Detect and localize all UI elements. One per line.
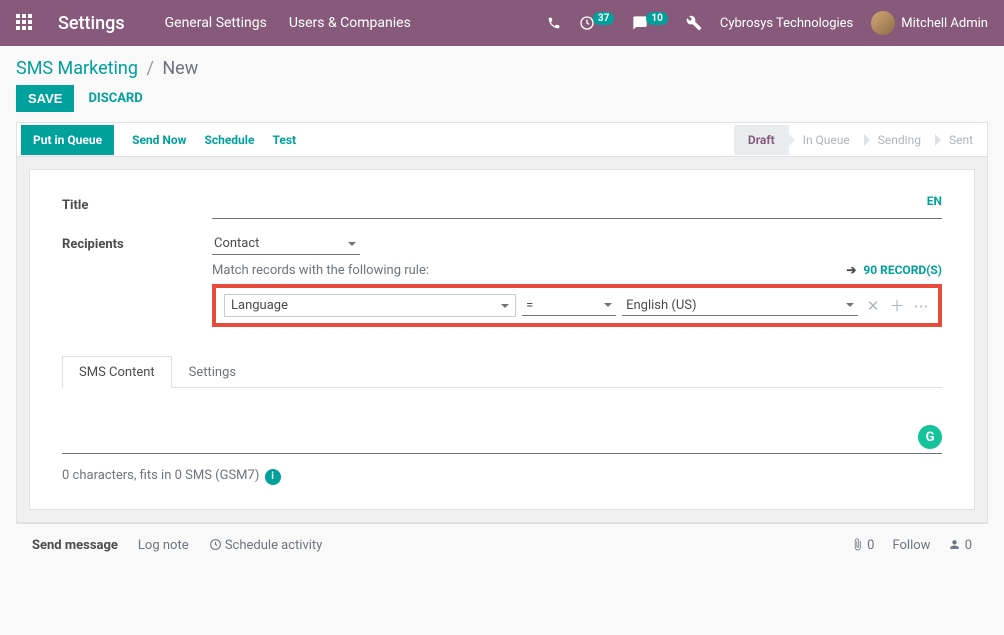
rule-operator-select[interactable]: = [522, 296, 616, 316]
arrow-right-icon: ➔ [846, 263, 856, 277]
test-button[interactable]: Test [272, 133, 296, 147]
schedule-button[interactable]: Schedule [204, 133, 254, 147]
rule-field-select[interactable]: Language [224, 294, 516, 317]
apps-icon[interactable] [16, 14, 34, 32]
breadcrumb-current: New [162, 58, 198, 79]
caret-down-icon [501, 304, 509, 308]
actions-row: Save Discard [0, 85, 1004, 122]
match-records-label: Match records with the following rule: ➔… [212, 263, 942, 278]
more-rule-icon[interactable]: ⋯ [912, 297, 930, 315]
header-right: 37 10 Cybrosys Technologies Mitchell Adm… [547, 11, 988, 35]
breadcrumb: SMS Marketing / New [16, 58, 988, 79]
status-sending[interactable]: Sending [864, 125, 935, 155]
caret-down-icon [846, 303, 854, 307]
delete-rule-icon[interactable]: ✕ [864, 297, 882, 315]
breadcrumb-bar: SMS Marketing / New [0, 46, 1004, 85]
tab-settings[interactable]: Settings [172, 356, 253, 388]
nav-general-settings[interactable]: General Settings [165, 15, 267, 31]
filter-rule-highlight: Language = English (US) ✕ ＋ ⋯ [212, 284, 942, 327]
status-sent[interactable]: Sent [935, 125, 987, 155]
company-name[interactable]: Cybrosys Technologies [720, 16, 853, 31]
recipients-value: Contact [214, 236, 259, 251]
recipients-label: Recipients [62, 233, 212, 252]
schedule-activity-link[interactable]: Schedule activity [209, 538, 323, 553]
send-now-button[interactable]: Send Now [132, 133, 186, 147]
form-sheet: EN Title Recipients Contact Match record… [29, 169, 975, 510]
caret-down-icon [348, 242, 356, 246]
save-button[interactable]: Save [16, 85, 74, 112]
avatar [871, 11, 895, 35]
recipients-select[interactable]: Contact [212, 233, 360, 255]
status-in-queue[interactable]: In Queue [789, 125, 864, 155]
breadcrumb-root[interactable]: SMS Marketing [16, 58, 138, 79]
activities-icon[interactable]: 37 [579, 15, 614, 31]
messages-badge: 10 [646, 12, 667, 25]
char-count: 0 characters, fits in 0 SMS (GSM7) i [62, 468, 942, 485]
follow-button[interactable]: Follow [892, 538, 930, 553]
debug-icon[interactable] [686, 15, 702, 31]
title-input[interactable] [212, 194, 942, 219]
messages-icon[interactable]: 10 [632, 15, 667, 31]
statusbar: Put in Queue Send Now Schedule Test Draf… [16, 122, 988, 156]
title-label: Title [62, 194, 212, 213]
chatter: Send message Log note Schedule activity … [16, 523, 988, 567]
log-note-link[interactable]: Log note [138, 538, 189, 553]
top-header: Settings General Settings Users & Compan… [0, 0, 1004, 46]
nav-users-companies[interactable]: Users & Companies [289, 15, 411, 31]
form-wrap: EN Title Recipients Contact Match record… [16, 156, 988, 523]
language-toggle[interactable]: EN [927, 194, 942, 208]
attachments-count[interactable]: 0 [851, 538, 875, 553]
breadcrumb-sep: / [146, 58, 153, 79]
tab-sms-content[interactable]: SMS Content [62, 356, 172, 388]
sms-content-input[interactable]: G [62, 400, 942, 454]
send-message-link[interactable]: Send message [32, 538, 118, 553]
add-rule-icon[interactable]: ＋ [888, 295, 906, 316]
records-link[interactable]: ➔ 90 RECORD(S) [846, 263, 942, 277]
followers-count[interactable]: 0 [948, 538, 972, 553]
put-in-queue-button[interactable]: Put in Queue [21, 125, 114, 155]
status-draft[interactable]: Draft [734, 125, 789, 155]
app-title: Settings [58, 13, 125, 34]
caret-down-icon [604, 303, 612, 307]
phone-icon[interactable] [547, 16, 561, 30]
tabs: SMS Content Settings [62, 355, 942, 388]
discard-button[interactable]: Discard [88, 91, 142, 106]
activities-badge: 37 [593, 12, 614, 25]
rule-value-select[interactable]: English (US) [622, 296, 858, 316]
info-icon[interactable]: i [265, 469, 281, 485]
user-menu[interactable]: Mitchell Admin [871, 11, 988, 35]
user-name: Mitchell Admin [901, 16, 988, 31]
grammarly-icon[interactable]: G [918, 425, 942, 449]
